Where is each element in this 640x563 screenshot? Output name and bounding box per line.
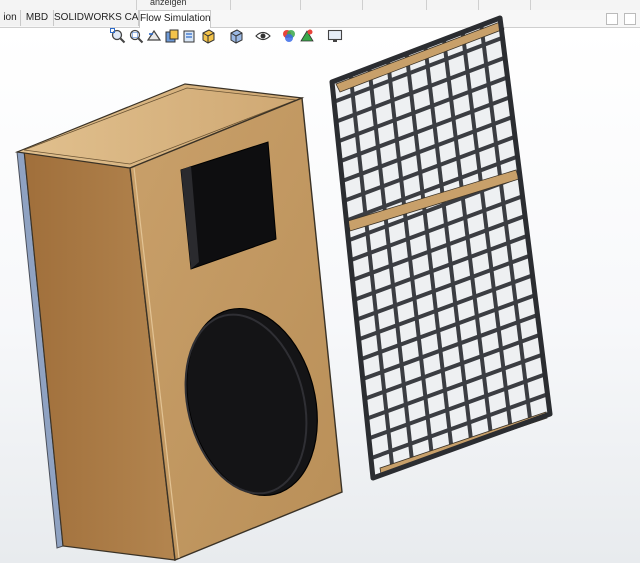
- model-scene: [14, 15, 553, 561]
- speaker-cabinet[interactable]: [14, 83, 343, 561]
- speaker-grille[interactable]: [329, 15, 553, 481]
